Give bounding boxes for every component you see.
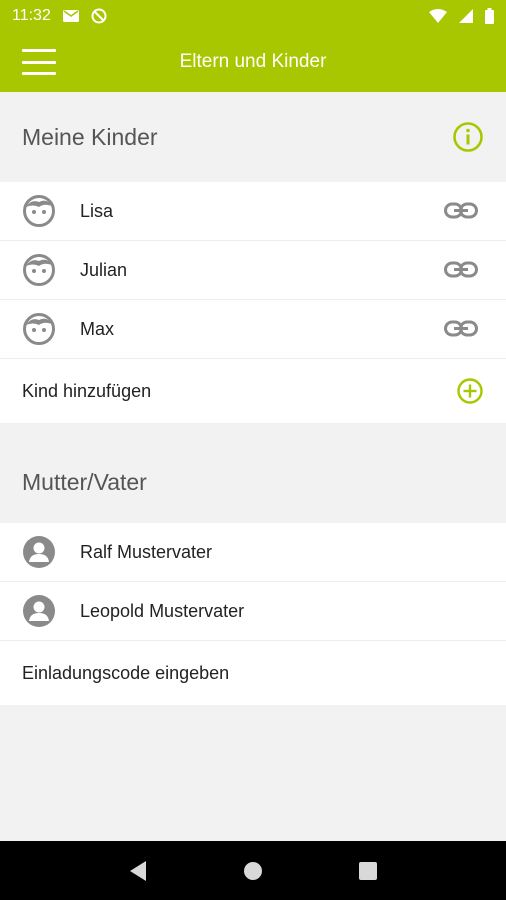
person-icon [23,536,55,568]
link-icon[interactable] [444,199,478,223]
parent-name: Ralf Mustervater [80,541,213,562]
recents-button[interactable] [353,856,383,886]
system-nav-bar [0,841,506,900]
child-name: Lisa [80,200,114,221]
add-child-row[interactable]: Kind hinzufügen [0,359,506,423]
child-face-icon [23,195,55,227]
add-child-label: Kind hinzufügen [22,380,152,401]
sync-off-icon [91,8,107,24]
invite-code-label: Einladungscode eingeben [22,662,230,683]
status-time: 11:32 [12,7,51,24]
back-triangle-icon [129,860,146,881]
parent-row-ralf[interactable]: Ralf Mustervater [0,523,506,582]
link-icon[interactable] [444,317,478,341]
hamburger-menu-icon[interactable] [22,49,56,75]
app-bar: Eltern und Kinder [0,32,506,92]
child-row-lisa[interactable]: Lisa [0,182,506,241]
parent-name: Leopold Mustervater [80,600,245,621]
children-section-title: Meine Kinder [22,123,158,150]
invite-code-row[interactable]: Einladungscode eingeben [0,641,506,705]
child-row-julian[interactable]: Julian [0,241,506,300]
child-name: Julian [80,259,128,280]
children-list: Lisa Julian Max Kind hinzufügen [0,182,506,423]
parents-section-header: Mutter/Vater [0,441,506,523]
wifi-icon [429,9,447,23]
add-circle-icon[interactable] [456,377,484,405]
recents-square-icon [359,861,378,880]
main-content: Meine Kinder Lisa Julian Max Kind hinzuf… [0,92,506,705]
page-title: Eltern und Kinder [179,51,327,72]
battery-icon [485,8,494,24]
children-section-header: Meine Kinder [0,92,506,182]
child-face-icon [23,313,55,345]
parents-section-title: Mutter/Vater [22,468,147,495]
home-circle-icon [243,861,262,880]
mail-icon [62,10,79,22]
parent-row-leopold[interactable]: Leopold Mustervater [0,582,506,641]
home-button[interactable] [238,856,268,886]
back-button[interactable] [123,856,153,886]
signal-icon [459,9,473,23]
link-icon[interactable] [444,258,478,282]
person-icon [23,595,55,627]
child-face-icon [23,254,55,286]
status-bar: 11:32 [0,0,506,32]
parents-list: Ralf Mustervater Leopold Mustervater Ein… [0,523,506,705]
info-icon[interactable] [452,121,484,153]
child-row-max[interactable]: Max [0,300,506,359]
child-name: Max [80,318,115,339]
